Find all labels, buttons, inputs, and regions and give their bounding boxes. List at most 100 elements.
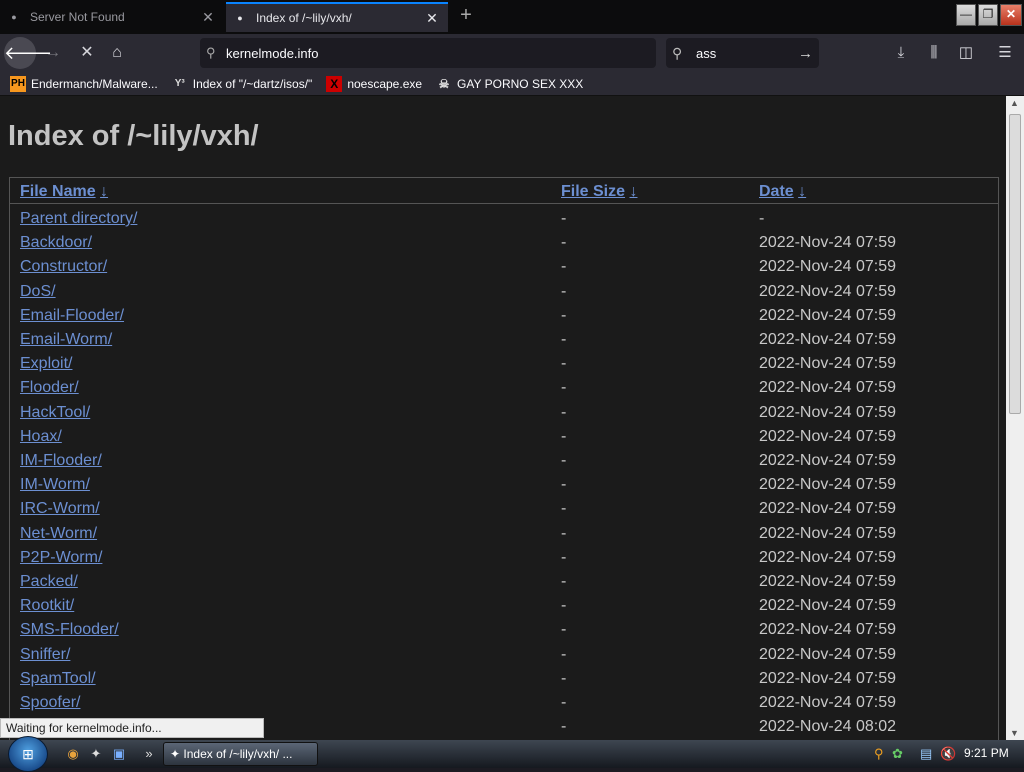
column-header-file-size[interactable]: File Size ↓ xyxy=(561,183,637,201)
table-row: Sniffer/ - 2022-Nov-24 07:59 xyxy=(10,643,998,667)
sort-arrow-icon[interactable]: ↓ xyxy=(798,183,806,200)
file-name-cell[interactable]: IM-Flooder/ xyxy=(20,452,102,470)
bookmark-item[interactable]: X noescape.exe xyxy=(326,75,422,92)
sort-arrow-icon[interactable]: ↓ xyxy=(629,183,637,200)
search-bar[interactable]: ⚲ ass → xyxy=(666,38,819,68)
directory-link[interactable]: Flooder/ xyxy=(20,379,79,396)
quicklaunch-overflow-icon[interactable]: » xyxy=(140,745,158,763)
url-text[interactable]: kernelmode.info xyxy=(226,46,319,61)
search-go-icon[interactable]: → xyxy=(798,45,813,62)
page-scrollbar[interactable]: ▲ ▼ xyxy=(1006,96,1024,740)
date-cell: - xyxy=(759,210,765,227)
file-name-cell[interactable]: Net-Worm/ xyxy=(20,525,97,543)
directory-link[interactable]: Hoax/ xyxy=(20,428,62,445)
volume-icon[interactable]: 🔇 xyxy=(940,746,956,762)
scroll-down-icon[interactable]: ▼ xyxy=(1010,728,1019,738)
sort-file-size-link[interactable]: File Size xyxy=(561,183,625,200)
directory-link[interactable]: Sniffer/ xyxy=(20,646,70,663)
new-tab-button[interactable]: + xyxy=(455,4,477,28)
directory-link[interactable]: HackTool/ xyxy=(20,404,90,421)
file-size-cell: - xyxy=(561,258,567,276)
search-input[interactable]: ass xyxy=(696,46,716,61)
tab-server-not-found[interactable]: ● Server Not Found ✕ xyxy=(0,2,224,32)
table-row: SMS-Flooder/ - 2022-Nov-24 07:59 xyxy=(10,618,998,642)
file-name-cell[interactable]: Exploit/ xyxy=(20,355,72,373)
file-name-cell[interactable]: Flooder/ xyxy=(20,379,79,397)
library-icon[interactable]: ⫼ xyxy=(920,39,948,67)
tab-index-of-vxh[interactable]: ● Index of /~lily/vxh/ ✕ xyxy=(226,2,448,32)
file-name-cell[interactable]: Rootkit/ xyxy=(20,597,74,615)
directory-link[interactable]: Exploit/ xyxy=(20,355,72,372)
directory-link[interactable]: Spoofer/ xyxy=(20,694,80,711)
network-icon[interactable]: ▤ xyxy=(920,746,932,762)
taskbar-window-button[interactable]: ✦ Index of /~lily/vxh/ ... xyxy=(163,742,318,766)
directory-link[interactable]: SpamTool/ xyxy=(20,670,96,687)
start-button-icon[interactable]: ⊞ xyxy=(8,736,48,772)
table-row: DoS/ - 2022-Nov-24 07:59 xyxy=(10,280,998,304)
file-name-cell[interactable]: Packed/ xyxy=(20,573,78,591)
sidebar-icon[interactable]: ◫ xyxy=(952,39,980,67)
directory-link[interactable]: Rootkit/ xyxy=(20,597,74,614)
directory-link[interactable]: DoS/ xyxy=(20,283,56,300)
bookmark-item[interactable]: PH Endermanch/Malware... xyxy=(10,75,158,92)
sort-date-link[interactable]: Date xyxy=(759,183,794,200)
minimize-button[interactable]: — xyxy=(956,4,976,26)
tab-close-icon[interactable]: ✕ xyxy=(422,10,442,27)
forward-button[interactable]: → xyxy=(38,39,68,67)
file-name-cell[interactable]: Backdoor/ xyxy=(20,234,92,252)
table-row: Hoax/ - 2022-Nov-24 07:59 xyxy=(10,425,998,449)
directory-link[interactable]: Email-Flooder/ xyxy=(20,307,124,324)
file-size-cell: - xyxy=(561,452,567,469)
clock[interactable]: 9:21 PM xyxy=(964,746,1009,760)
column-header-file-name[interactable]: File Name ↓ xyxy=(20,183,108,201)
directory-link[interactable]: IM-Flooder/ xyxy=(20,452,102,469)
directory-link[interactable]: Net-Worm/ xyxy=(20,525,97,542)
scrollbar-thumb[interactable] xyxy=(1009,114,1021,414)
sort-file-name-link[interactable]: File Name xyxy=(20,183,96,200)
tab-close-icon[interactable]: ✕ xyxy=(198,9,218,26)
window-close-button[interactable]: ✕ xyxy=(1000,4,1022,26)
file-name-cell[interactable]: Parent directory/ xyxy=(20,210,137,228)
file-name-cell[interactable]: SpamTool/ xyxy=(20,670,96,688)
file-name-cell[interactable]: DoS/ xyxy=(20,283,56,301)
file-name-cell[interactable]: HackTool/ xyxy=(20,404,90,422)
directory-link[interactable]: IRC-Worm/ xyxy=(20,500,100,517)
menu-icon[interactable]: ☰ xyxy=(991,39,1019,67)
column-header-date[interactable]: Date ↓ xyxy=(759,183,806,201)
file-name-cell[interactable]: Spoofer/ xyxy=(20,694,80,712)
file-name-cell[interactable]: P2P-Worm/ xyxy=(20,549,102,567)
file-name-cell[interactable]: Hoax/ xyxy=(20,428,62,446)
file-name-cell[interactable]: Constructor/ xyxy=(20,258,107,276)
file-name-cell[interactable]: IM-Worm/ xyxy=(20,476,90,494)
stop-button[interactable]: ✕ xyxy=(72,39,102,67)
restore-button[interactable]: ❐ xyxy=(978,4,998,26)
directory-link[interactable]: Backdoor/ xyxy=(20,234,92,251)
bookmark-item[interactable]: ☠ GAY PORNO SEX XXX xyxy=(436,76,584,92)
directory-link[interactable]: Packed/ xyxy=(20,573,78,590)
file-name-cell[interactable]: IRC-Worm/ xyxy=(20,500,100,518)
directory-link[interactable]: SMS-Flooder/ xyxy=(20,621,119,638)
directory-link[interactable]: Email-Worm/ xyxy=(20,331,112,348)
directory-link[interactable]: P2P-Worm/ xyxy=(20,549,102,566)
directory-link[interactable]: Constructor/ xyxy=(20,258,107,275)
tray-app-icon[interactable]: ✿ xyxy=(892,746,903,762)
file-name-cell[interactable]: Sniffer/ xyxy=(20,646,70,664)
chrome-icon[interactable]: ◉ xyxy=(64,745,82,763)
search-tray-icon[interactable]: ⚲ xyxy=(874,746,884,762)
file-name-cell[interactable]: Email-Flooder/ xyxy=(20,307,124,325)
url-bar[interactable]: ⚲ kernelmode.info xyxy=(200,38,656,68)
download-icon[interactable]: ⤓ xyxy=(887,39,915,67)
quicklaunch-app-icon[interactable]: ✦ xyxy=(87,745,105,763)
file-name-cell[interactable]: SMS-Flooder/ xyxy=(20,621,119,639)
scroll-up-icon[interactable]: ▲ xyxy=(1010,98,1019,108)
file-size-cell: - xyxy=(561,403,567,421)
date-cell: 2022-Nov-24 07:59 xyxy=(759,355,896,373)
sort-arrow-icon[interactable]: ↓ xyxy=(100,183,108,200)
home-icon[interactable]: ⌂ xyxy=(102,39,132,67)
directory-link[interactable]: IM-Worm/ xyxy=(20,476,90,493)
directory-link[interactable]: Parent directory/ xyxy=(20,210,137,227)
file-name-cell[interactable]: Email-Worm/ xyxy=(20,331,112,349)
back-button[interactable]: 🡐 xyxy=(4,37,52,69)
show-desktop-icon[interactable]: ▣ xyxy=(110,745,128,763)
bookmark-item[interactable]: Y³ Index of "/~dartz/isos/" xyxy=(172,76,313,92)
